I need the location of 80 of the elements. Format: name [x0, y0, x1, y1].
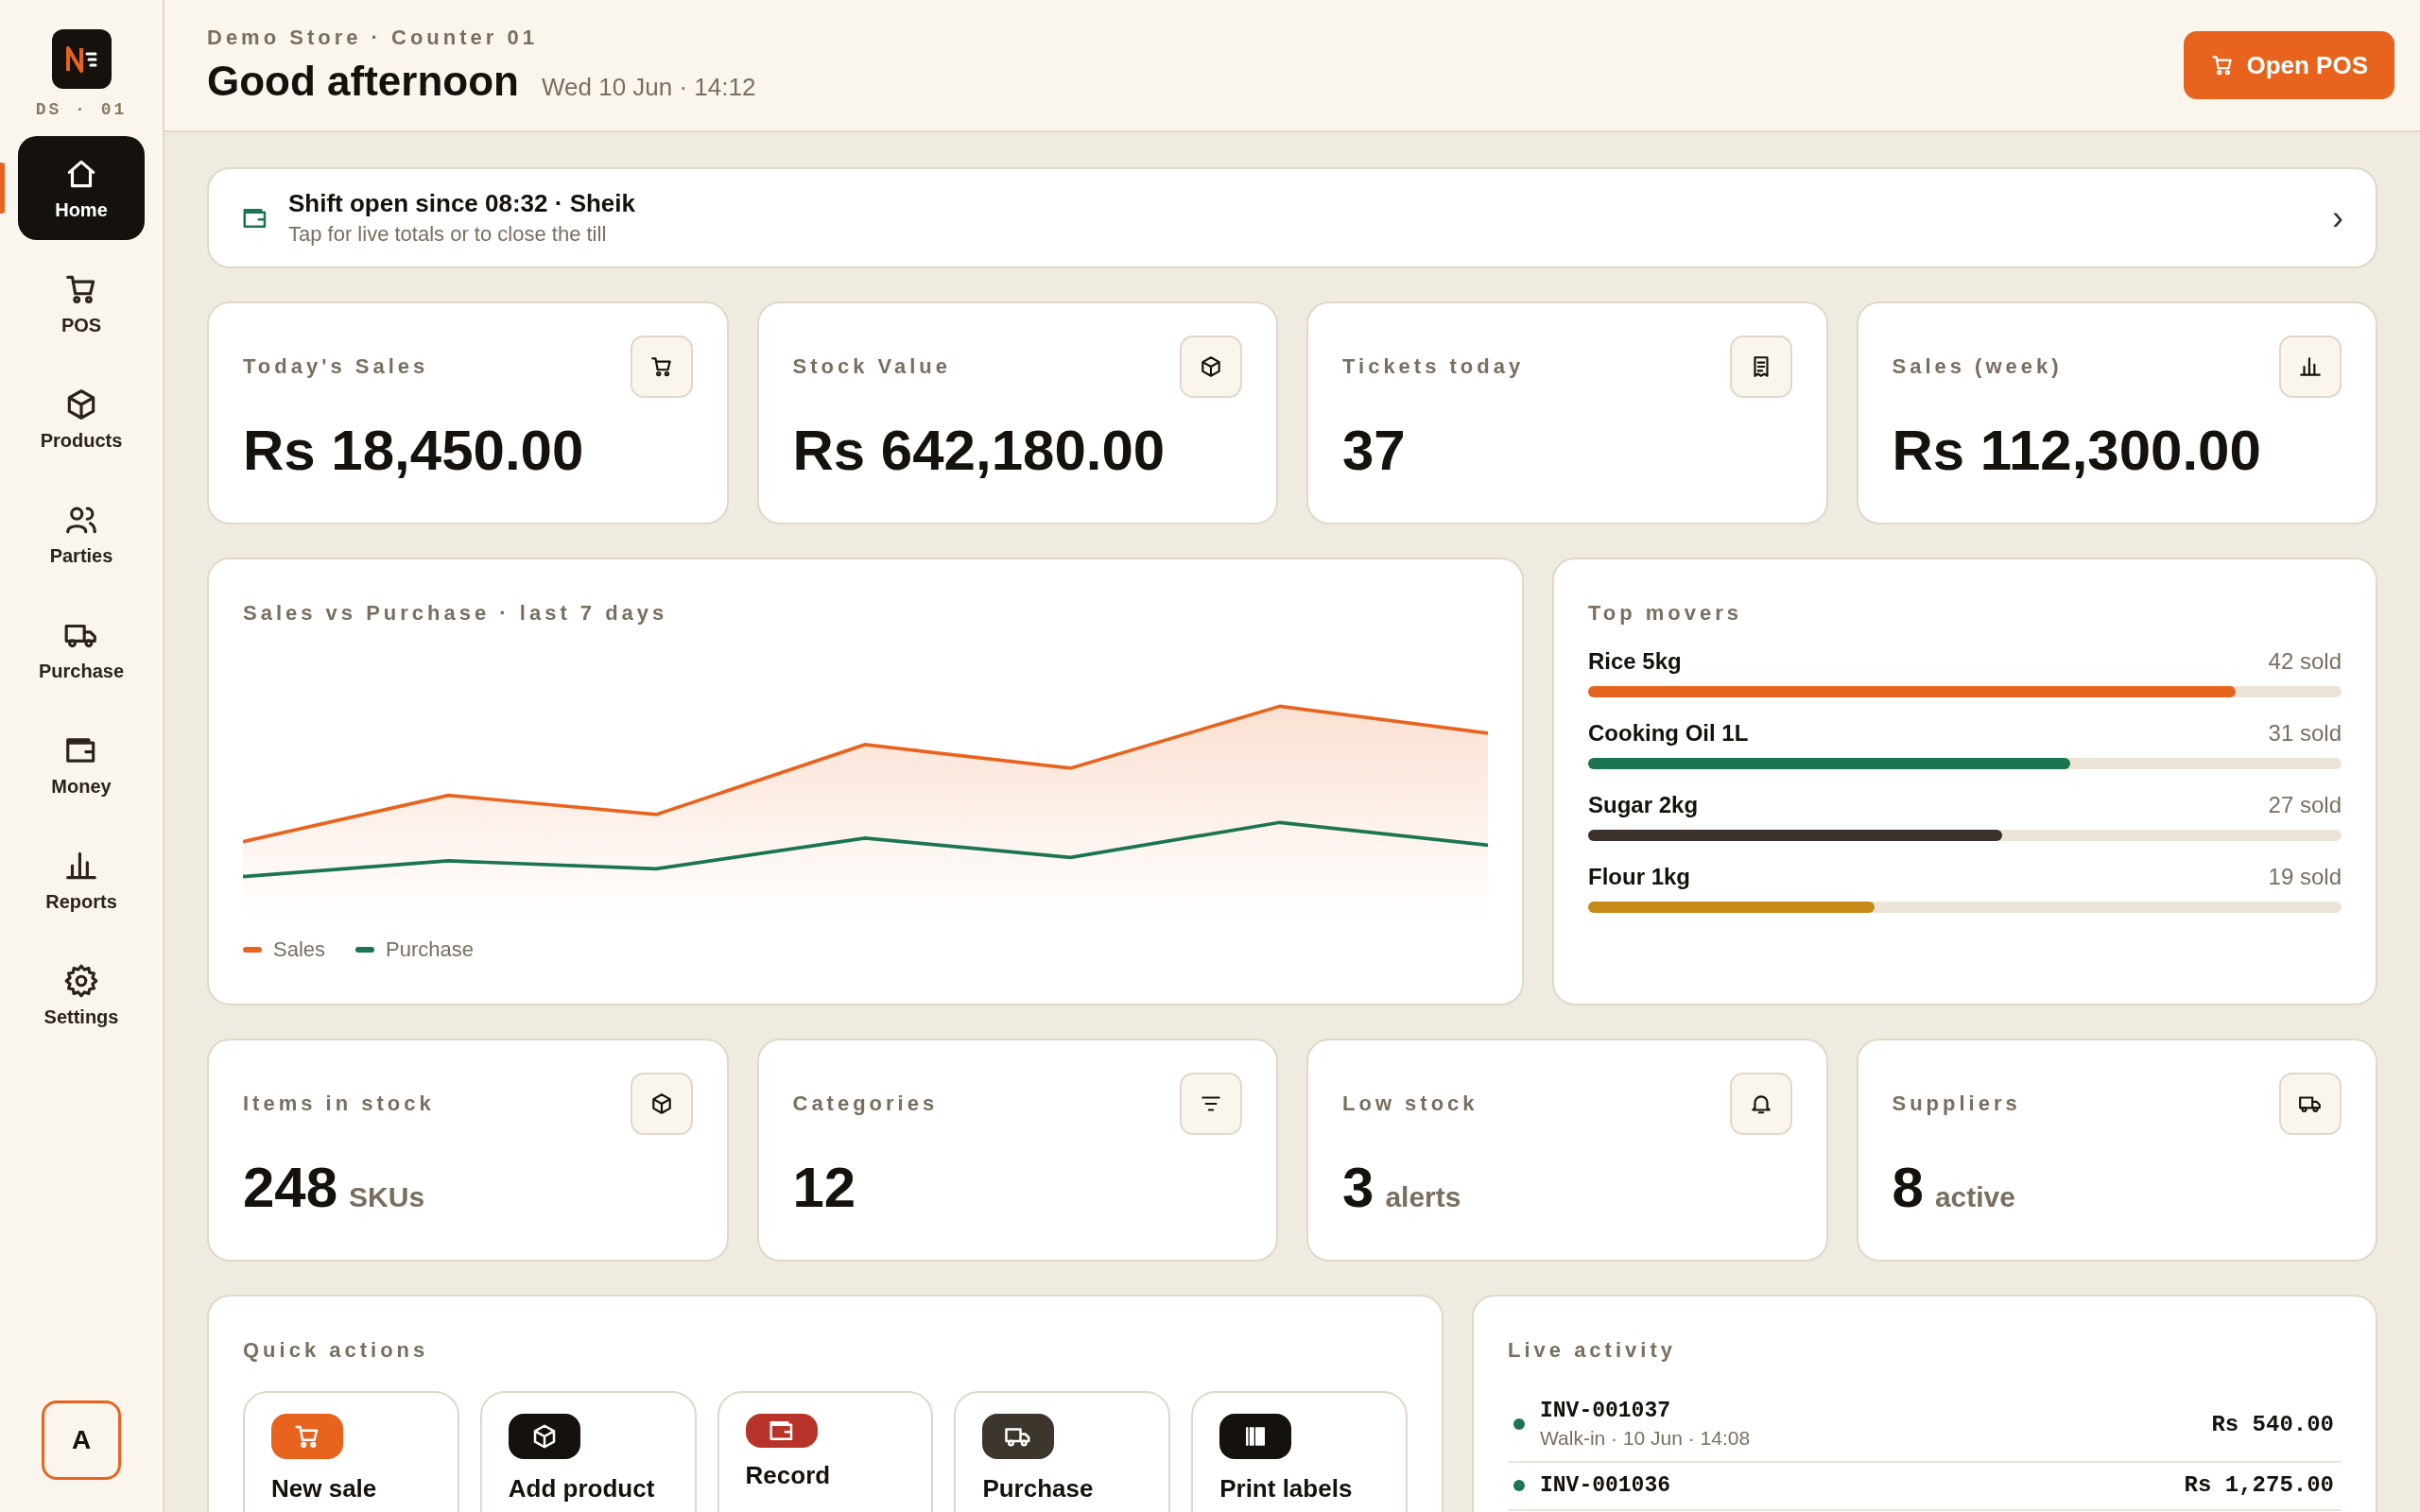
nav-item[interactable]: Products	[18, 367, 145, 471]
invoice-amount: Rs 1,275.00	[2184, 1472, 2334, 1498]
nav-item[interactable]: Parties	[18, 482, 145, 586]
product-name: Sugar 2kg	[1588, 792, 1699, 818]
icon-button[interactable]	[1729, 335, 1792, 398]
stat-unit: active	[1934, 1181, 2015, 1213]
action-label: Add product	[508, 1474, 655, 1503]
sold-count: 31 sold	[2268, 720, 2342, 747]
shift-subtitle: Tap for live totals or to close the till	[288, 222, 608, 247]
card-title: Sales vs Purchase · last 7 days	[243, 601, 669, 626]
sold-count: 27 sold	[2268, 792, 2342, 818]
nav-item[interactable]: POS	[18, 251, 145, 355]
stat-unit: alerts	[1385, 1181, 1461, 1213]
stat-value: 8	[1892, 1155, 1924, 1220]
product-name: Cooking Oil 1L	[1588, 720, 1749, 747]
nav-item[interactable]: Reports	[18, 828, 145, 932]
product-name: Flour 1kg	[1588, 864, 1690, 890]
stat-label: Low stock	[1342, 1091, 1478, 1116]
sold-count: 42 sold	[2268, 648, 2342, 675]
action-label: New sale	[271, 1474, 377, 1503]
stat-label: Items in stock	[243, 1091, 435, 1116]
stat-value: 248	[243, 1155, 338, 1220]
stat-value: Rs 112,300.00	[1892, 418, 2261, 483]
product-name: Rice 5kg	[1588, 648, 1682, 675]
avatar-button[interactable]: A	[42, 1400, 121, 1480]
activity-row[interactable]: INV-001036 Rs 1,275.00	[1508, 1463, 2342, 1511]
nav-item[interactable]: Purchase	[18, 597, 145, 701]
icon-button[interactable]	[1180, 335, 1242, 398]
invoice-detail: Walk-in · 10 Jun · 14:08	[1540, 1427, 1752, 1450]
card-title: Top movers	[1588, 601, 1744, 626]
stat-label: Stock Value	[792, 354, 951, 379]
store-code: DS · 01	[35, 100, 128, 119]
icon-button[interactable]	[630, 335, 693, 398]
invoice-number: INV-001037	[1540, 1399, 1672, 1423]
greeting: Good afternoon	[207, 58, 519, 105]
stat-value: 37	[1342, 418, 1406, 483]
stat-value: 3	[1342, 1155, 1374, 1220]
card-title: Quick actions	[243, 1338, 430, 1363]
shift-title: Shift open since 08:32 · Sheik	[288, 189, 636, 218]
box-icon	[1199, 354, 1223, 379]
bar-chart-icon	[2298, 354, 2323, 379]
activity-row[interactable]: INV-001037 Walk-in · 10 Jun · 14:08 Rs 540.00	[1508, 1389, 2342, 1463]
stat-label: Sales (week)	[1892, 354, 2063, 379]
legend-label: Sales	[273, 937, 326, 962]
shift-banner[interactable]: Shift open since 08:32 · Sheik Tap for live totals or to close the till ›	[207, 167, 2377, 268]
date-time: Wed 10 Jun · 14:12	[541, 73, 756, 102]
action-label: Record	[745, 1461, 831, 1490]
stat-label: Tickets today	[1342, 354, 1525, 379]
card-title: Live activity	[1508, 1338, 1677, 1363]
quick-action-button[interactable]: Record	[717, 1391, 934, 1512]
cart-icon	[648, 354, 674, 379]
stat-label: Suppliers	[1892, 1091, 2021, 1116]
invoice-amount: Rs 540.00	[2211, 1411, 2334, 1437]
active-indicator	[0, 163, 5, 214]
nav-item[interactable]: Home	[18, 136, 145, 240]
logo	[51, 29, 112, 89]
nav-item[interactable]: Money	[18, 713, 145, 816]
legend-label: Purchase	[386, 937, 474, 962]
stat-value: Rs 642,180.00	[792, 418, 1166, 483]
icon-button[interactable]	[1729, 1073, 1792, 1135]
stat-value: 12	[792, 1155, 856, 1220]
store-label: Demo Store · Counter 01	[207, 26, 539, 50]
stat-label: Categories	[792, 1091, 939, 1116]
invoice-number: INV-001036	[1540, 1472, 1672, 1498]
settings-icon	[63, 962, 99, 999]
icon-button[interactable]	[2279, 1073, 2342, 1135]
chevron-icon: ›	[2332, 198, 2343, 238]
sold-count: 19 sold	[2268, 864, 2342, 890]
icon-button[interactable]	[630, 1073, 693, 1135]
icon-button[interactable]	[2279, 335, 2342, 398]
action-label: Purchase	[982, 1474, 1094, 1503]
stat-value: Rs 18,450.00	[243, 418, 584, 483]
quick-action-button[interactable]: New sale	[243, 1391, 459, 1512]
quick-action-button[interactable]: Add product	[479, 1391, 697, 1512]
stat-label: Today's Sales	[243, 354, 429, 379]
quick-action-button[interactable]: Print labels	[1191, 1391, 1408, 1512]
quick-action-button[interactable]: Purchase	[954, 1391, 1171, 1512]
nav-item[interactable]: Settings	[18, 943, 145, 1047]
stat-unit: SKUs	[349, 1181, 425, 1213]
action-label: Print labels	[1219, 1474, 1353, 1503]
